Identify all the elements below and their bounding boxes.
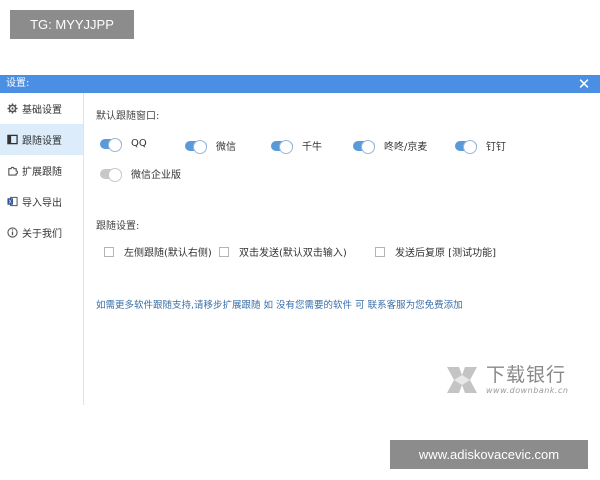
window-icon: [6, 134, 18, 146]
toggle-label: QQ: [131, 138, 147, 149]
checkbox-restore-after-send[interactable]: 发送后复原 [测试功能]: [375, 244, 496, 259]
follow-settings-panel: 默认跟随窗口: QQ 微信 千牛 咚咚/京麦 钉钉 微信企业版 跟随设置: 左侧…: [85, 93, 600, 405]
toggle-label: 千牛: [302, 142, 322, 153]
sidebar-item-import-export[interactable]: X 导入导出: [0, 186, 83, 217]
checkbox-label: 发送后复原 [测试功能]: [395, 248, 496, 259]
title-bar: 设置: ✕: [0, 75, 600, 93]
checkbox-double-click-send[interactable]: 双击发送(默认双击输入): [219, 244, 347, 259]
info-icon: [6, 227, 18, 239]
checkbox[interactable]: [219, 246, 229, 257]
toggle-label: 咚咚/京麦: [384, 142, 428, 153]
checkbox[interactable]: [104, 246, 114, 257]
downbank-logo-icon: [447, 367, 477, 393]
toggle-switch[interactable]: [100, 137, 122, 152]
toggle-row-wechat: 微信: [185, 138, 236, 154]
sidebar-item-label: 关于我们: [22, 229, 62, 240]
puzzle-icon: [6, 165, 18, 177]
toggle-row-wechat-work: 微信企业版: [100, 166, 181, 182]
sidebar-item-label: 跟随设置: [22, 136, 62, 147]
sidebar: 基础设置 跟随设置 扩展跟随 X 导入导出 关于我们: [0, 93, 84, 405]
toggle-row-dingtalk: 钉钉: [455, 138, 506, 154]
settings-window: 设置: ✕ 基础设置 跟随设置 扩展跟随 X 导入导出 关于我们 默认跟随窗口:…: [0, 75, 600, 405]
close-button[interactable]: ✕: [576, 75, 592, 93]
checkbox-left-follow[interactable]: 左侧跟随(默认右侧): [104, 244, 212, 259]
toggle-switch[interactable]: [455, 139, 477, 154]
toggle-switch[interactable]: [271, 139, 293, 154]
toggle-label: 微信: [216, 142, 236, 153]
checkbox-label: 双击发送(默认双击输入): [239, 248, 347, 259]
watermark-brand: 下载银行: [486, 364, 567, 386]
svg-text:X: X: [8, 200, 12, 206]
watermark-bottom-tag: www.adiskovacevic.com: [390, 440, 588, 469]
toggle-switch[interactable]: [185, 139, 207, 154]
sidebar-item-extend[interactable]: 扩展跟随: [0, 155, 83, 186]
watermark-url: www.downbank.cn: [486, 386, 569, 395]
sidebar-item-follow[interactable]: 跟随设置: [0, 124, 83, 155]
section-default-window-title: 默认跟随窗口:: [96, 111, 160, 122]
watermark-top-tag: TG: MYYJJPP: [10, 10, 134, 39]
sidebar-item-about[interactable]: 关于我们: [0, 217, 83, 248]
section-follow-settings-title: 跟随设置:: [96, 221, 140, 232]
toggle-label: 钉钉: [486, 142, 506, 153]
window-title: 设置:: [6, 78, 30, 89]
toggle-switch[interactable]: [353, 139, 375, 154]
sidebar-item-label: 导入导出: [22, 198, 62, 209]
toggle-row-qq: QQ: [100, 137, 147, 152]
toggle-label: 微信企业版: [131, 170, 181, 181]
toggle-row-dongdong: 咚咚/京麦: [353, 138, 428, 154]
gear-icon: [6, 103, 18, 115]
sidebar-item-label: 基础设置: [22, 105, 62, 116]
checkbox-label: 左侧跟随(默认右侧): [124, 248, 212, 259]
toggle-switch[interactable]: [100, 167, 122, 182]
checkbox[interactable]: [375, 246, 385, 257]
excel-icon: X: [6, 196, 18, 208]
toggle-row-qianniu: 千牛: [271, 138, 322, 154]
sidebar-item-basic[interactable]: 基础设置: [0, 93, 83, 124]
hint-text: 如需更多软件跟随支持,请移步扩展跟随 如 没有您需要的软件 可 联系客服为您免费…: [96, 300, 463, 311]
sidebar-item-label: 扩展跟随: [22, 167, 62, 178]
